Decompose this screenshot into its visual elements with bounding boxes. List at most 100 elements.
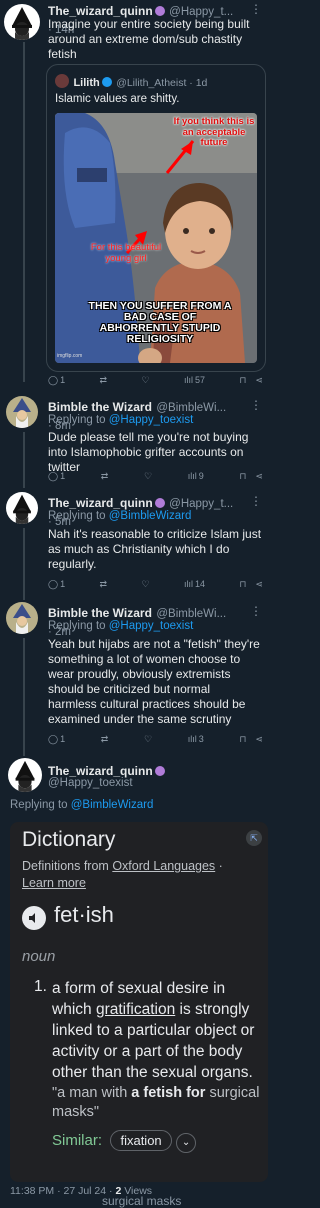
reply-button[interactable]: ◯ 1: [48, 734, 65, 745]
tweet-actions: ◯ 1 ⇄ ♡ ılıl 14 ⊓ ⋖: [48, 576, 263, 592]
meme-image[interactable]: If you think this is an acceptable futur…: [55, 113, 257, 363]
part-of-speech: noun: [22, 948, 56, 965]
replying-to-link[interactable]: @Happy_toexist: [109, 620, 194, 632]
retweet-button[interactable]: ⇄: [100, 579, 108, 590]
quote-text: Islamic values are shitty.: [55, 93, 180, 105]
tweet-text: Yeah but hijabs are not a "fetish" they'…: [48, 637, 260, 726]
share-actions[interactable]: ⊓ ⋖: [239, 375, 263, 386]
reply-count: 1: [60, 734, 66, 744]
quoted-tweet[interactable]: Lilith @Lilith_Atheist · 1d Islamic valu…: [46, 64, 266, 372]
verified-badge-icon: [101, 77, 112, 87]
wizard-avatar-icon: [6, 396, 38, 428]
definition-link[interactable]: gratification: [96, 1001, 175, 1018]
avatar[interactable]: [6, 602, 38, 634]
bookmark-icon[interactable]: ⊓: [239, 471, 246, 482]
retweet-button[interactable]: ⇄: [101, 471, 109, 482]
expand-icon[interactable]: ⇱: [246, 830, 262, 846]
bookmark-icon[interactable]: ⊓: [239, 734, 246, 745]
author-name[interactable]: The_wizard_quinn: [48, 496, 153, 510]
source-link[interactable]: Oxford Languages: [112, 859, 215, 873]
avatar[interactable]: [6, 492, 38, 524]
author-handle[interactable]: @Happy_toexist: [48, 777, 133, 789]
views-count: 14: [194, 579, 205, 589]
like-button[interactable]: ♡: [141, 375, 149, 386]
reply-button[interactable]: ◯ 1: [48, 471, 65, 482]
similar-label: Similar:: [52, 1132, 103, 1149]
replying-to-link[interactable]: @BimbleWizard: [71, 799, 154, 811]
avatar[interactable]: [8, 758, 42, 792]
tweet-actions: ◯ 1 ⇄ ♡ ılıl 57 ⊓ ⋖: [48, 372, 263, 388]
meme-caption-mid: For this beautiful young girl: [90, 242, 162, 264]
author-name[interactable]: The_wizard_quinn: [48, 4, 153, 18]
avatar[interactable]: [6, 396, 38, 428]
post-timestamp[interactable]: 11:38 PM · 27 Jul 24 ·: [10, 1185, 113, 1197]
reply-icon: ◯: [48, 733, 59, 744]
verified-badge-icon: [154, 6, 165, 16]
tweet-text: Nah it's reasonable to criticize Islam j…: [48, 527, 262, 571]
thread-line: [23, 432, 25, 488]
chevron-down-icon[interactable]: ⌄: [176, 1133, 197, 1153]
views-button[interactable]: ılıl 14: [184, 579, 205, 589]
wizard-avatar-icon: [6, 492, 38, 524]
like-button[interactable]: ♡: [144, 734, 152, 745]
replying-to-link[interactable]: @Happy_toexist: [109, 414, 194, 426]
views-icon: ılıl: [183, 579, 193, 589]
more-options-icon[interactable]: ⋮: [250, 398, 262, 412]
views-button[interactable]: ılıl 3: [188, 734, 204, 744]
author-name[interactable]: The_wizard_quinn: [48, 764, 153, 778]
views-button[interactable]: ılıl 57: [184, 375, 205, 385]
author-handle[interactable]: @BimbleWi...: [156, 402, 226, 414]
more-options-icon[interactable]: ⋮: [250, 494, 262, 508]
author-name[interactable]: Bimble the Wizard: [48, 400, 152, 414]
headword: fet·ish: [54, 902, 114, 927]
replying-label: Replying to: [10, 799, 68, 811]
replying-to-link[interactable]: @BimbleWizard: [109, 510, 192, 522]
source-prefix: Definitions from: [22, 859, 109, 873]
verified-badge-icon: [154, 766, 165, 776]
retweet-icon: ⇄: [100, 733, 109, 744]
share-icon[interactable]: ⋖: [255, 734, 263, 745]
example-text: "a man with: [52, 1085, 128, 1101]
views-icon: ılıl: [183, 375, 193, 385]
pronounce-button[interactable]: [22, 906, 46, 930]
like-button[interactable]: ♡: [141, 579, 149, 590]
cutoff-text: surgical masks: [102, 1194, 182, 1208]
dictionary-image[interactable]: Dictionary ⇱ Definitions from Oxford Lan…: [10, 822, 268, 1182]
bookmark-icon[interactable]: ⊓: [239, 579, 246, 590]
speaker-icon: [29, 913, 35, 923]
share-icon[interactable]: ⋖: [255, 579, 263, 590]
example: "a man with a fetish for surgical masks": [52, 1084, 266, 1122]
retweet-button[interactable]: ⇄: [101, 734, 109, 745]
share-actions[interactable]: ⊓ ⋖: [239, 579, 263, 590]
share-actions[interactable]: ⊓ ⋖: [239, 734, 263, 745]
bookmark-icon[interactable]: ⊓: [239, 375, 246, 386]
similar-chip[interactable]: fixation: [110, 1130, 172, 1151]
definition: a form of sexual desire in which gratifi…: [52, 978, 266, 1083]
views-button[interactable]: ılıl 9: [188, 471, 204, 481]
verified-badge-icon: [154, 498, 165, 508]
meme-watermark: imgflip.com: [57, 353, 83, 359]
meme-caption-top: If you think this is an acceptable futur…: [173, 116, 255, 148]
source-separator: ·: [218, 859, 223, 873]
views-icon: ılıl: [187, 471, 197, 481]
share-icon[interactable]: ⋖: [255, 375, 263, 386]
like-button[interactable]: ♡: [144, 471, 152, 482]
author-handle[interactable]: @Happy_t...: [169, 498, 233, 510]
retweet-button[interactable]: ⇄: [100, 375, 108, 386]
reply-button[interactable]: ◯ 1: [48, 375, 65, 386]
share-actions[interactable]: ⊓ ⋖: [239, 471, 263, 482]
avatar[interactable]: [4, 4, 40, 40]
more-options-icon[interactable]: ⋮: [250, 2, 262, 16]
share-icon[interactable]: ⋖: [255, 471, 263, 482]
tweet-actions: ◯ 1 ⇄ ♡ ılıl 3 ⊓ ⋖: [48, 731, 263, 747]
author-handle[interactable]: @BimbleWi...: [156, 608, 226, 620]
reply-button[interactable]: ◯ 1: [48, 579, 65, 590]
replying-label: Replying to: [48, 414, 106, 426]
author-name[interactable]: Bimble the Wizard: [48, 606, 152, 620]
thread-line: [23, 42, 25, 382]
learn-more-link[interactable]: Learn more: [22, 876, 86, 890]
replying-label: Replying to: [48, 510, 106, 522]
heart-icon: ♡: [143, 733, 153, 744]
more-options-icon[interactable]: ⋮: [250, 604, 262, 618]
retweet-icon: ⇄: [100, 470, 109, 481]
